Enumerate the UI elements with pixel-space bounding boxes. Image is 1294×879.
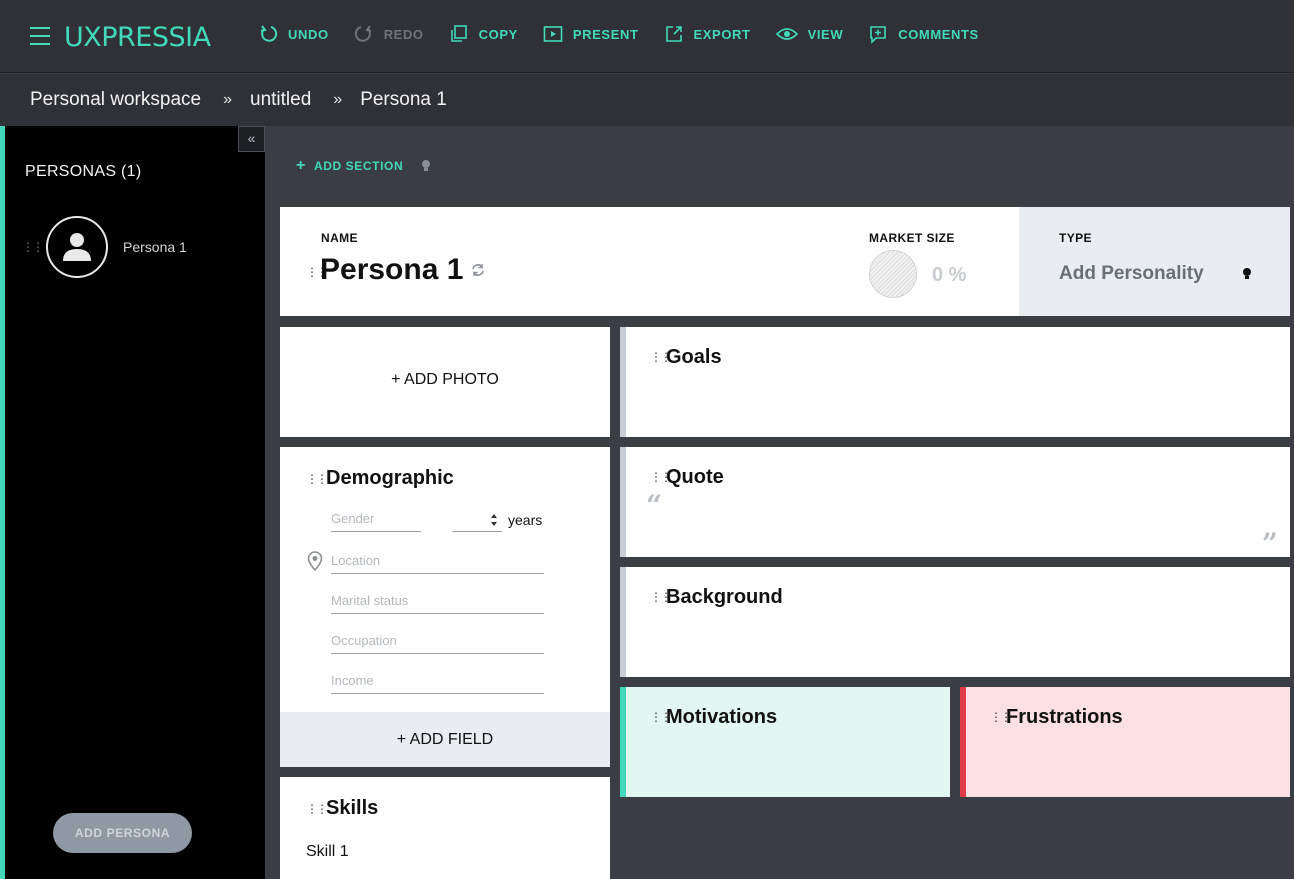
add-section-button[interactable]: + ADD SECTION [296, 157, 431, 175]
marital-status-field[interactable] [331, 592, 544, 614]
export-button[interactable]: EXPORT [664, 24, 751, 44]
view-button[interactable]: VIEW [775, 26, 844, 42]
marital-status-input[interactable] [331, 593, 544, 608]
undo-icon [260, 25, 278, 42]
drag-handle-icon[interactable]: ⋮⋮ [306, 802, 328, 816]
undo-label: UNDO [288, 26, 329, 42]
motivations-section: ⋮⋮ Motivations [620, 687, 950, 797]
background-section: ⋮⋮ Background [620, 567, 1290, 677]
chevron-double-right-icon: » [333, 91, 343, 108]
personas-title: PERSONAS (1) [25, 163, 142, 180]
refresh-icon[interactable] [471, 263, 485, 277]
redo-icon [354, 25, 371, 42]
skills-title[interactable]: Skills [326, 797, 378, 820]
lightbulb-icon[interactable] [1242, 267, 1252, 281]
undo-button[interactable]: UNDO [258, 24, 329, 44]
quote-title[interactable]: Quote [666, 466, 724, 489]
stepper-arrows-icon[interactable] [490, 513, 498, 527]
present-button[interactable]: PRESENT [543, 25, 639, 43]
comments-label: COMMENTS [898, 26, 979, 42]
export-icon [665, 26, 682, 42]
avatar [46, 216, 108, 278]
top-bar: UXPRESSIA UNDO REDO COPY PRESENT EXPORT … [0, 0, 1294, 73]
skill-label[interactable]: Skill 1 [306, 843, 349, 861]
breadcrumb-project[interactable]: untitled [250, 89, 311, 111]
user-icon [63, 233, 91, 261]
copy-icon [450, 25, 467, 42]
income-field[interactable] [331, 672, 544, 694]
lightbulb-icon[interactable] [421, 159, 431, 173]
collapse-sidebar-icon[interactable]: « [238, 126, 265, 152]
export-label: EXPORT [693, 26, 751, 42]
quote-close-icon: ” [1261, 527, 1278, 560]
breadcrumb: Personal workspace » untitled » Persona … [0, 74, 1294, 126]
gender-field[interactable] [331, 510, 421, 532]
photo-card: + ADD PHOTO [280, 327, 610, 437]
goals-title[interactable]: Goals [666, 346, 722, 369]
persona-type-card: TYPE Add Personality [1019, 207, 1290, 316]
market-size-pie[interactable] [869, 250, 917, 298]
breadcrumb-workspace[interactable]: Personal workspace [30, 89, 201, 111]
chevron-double-right-icon: » [223, 91, 232, 108]
age-stepper[interactable] [452, 510, 502, 532]
drag-handle-icon[interactable]: ⋮⋮ [306, 472, 328, 486]
persona-name-card: NAME ⋮⋮ Persona 1 MARKET SIZE 0 % [280, 207, 1019, 316]
drag-handle-icon[interactable]: ⋮⋮ [22, 240, 44, 254]
add-personality-button[interactable]: Add Personality [1059, 263, 1204, 285]
breadcrumb-persona[interactable]: Persona 1 [360, 89, 447, 111]
menu-icon[interactable] [30, 27, 50, 45]
add-field-button[interactable]: + ADD FIELD [280, 712, 610, 767]
copy-label: COPY [478, 26, 518, 42]
demographic-section: ⋮⋮ Demographic years + ADD FIELD [280, 447, 610, 767]
present-icon [543, 26, 563, 42]
redo-label: REDO [383, 26, 424, 42]
sidebar-persona-name: Persona 1 [123, 239, 187, 255]
occupation-field[interactable] [331, 632, 544, 654]
copy-button[interactable]: COPY [449, 24, 518, 44]
gender-input[interactable] [331, 511, 421, 526]
eye-icon [775, 28, 798, 40]
persona-name-title[interactable]: Persona 1 [320, 253, 463, 287]
location-input[interactable] [331, 553, 544, 568]
market-size-label: MARKET SIZE [869, 231, 955, 245]
quote-section: ⋮⋮ Quote “ ” [620, 447, 1290, 560]
toolbar: UNDO REDO COPY PRESENT EXPORT VIEW COMME… [258, 24, 1004, 44]
income-input[interactable] [331, 673, 544, 688]
location-field[interactable] [331, 552, 544, 574]
goals-section: ⋮⋮ Goals [620, 327, 1290, 437]
location-pin-icon [307, 551, 323, 571]
type-label: TYPE [1059, 231, 1092, 245]
comments-button[interactable]: COMMENTS [868, 24, 979, 44]
redo-button[interactable]: REDO [354, 24, 424, 44]
name-label: NAME [321, 231, 358, 245]
demographic-title[interactable]: Demographic [326, 467, 454, 490]
years-label: years [508, 512, 543, 528]
present-label: PRESENT [572, 26, 639, 42]
quote-open-icon: “ [646, 489, 663, 522]
plus-icon: + [296, 157, 306, 174]
comment-icon [870, 26, 887, 44]
frustrations-title[interactable]: Frustrations [1006, 706, 1123, 729]
add-persona-button[interactable]: ADD PERSONA [53, 813, 192, 853]
background-title[interactable]: Background [666, 586, 783, 609]
view-label: VIEW [807, 26, 844, 42]
skills-section: ⋮⋮ Skills Skill 1 [280, 777, 610, 879]
add-section-label: ADD SECTION [313, 159, 404, 173]
market-size-value: 0 % [932, 264, 967, 286]
app-logo[interactable]: UXPRESSIA [64, 22, 211, 53]
occupation-input[interactable] [331, 633, 544, 648]
motivations-title[interactable]: Motivations [666, 706, 777, 729]
frustrations-section: ⋮⋮ Frustrations [960, 687, 1290, 797]
sidebar-persona-item[interactable]: ⋮⋮ Persona 1 [22, 214, 242, 280]
add-photo-button[interactable]: + ADD PHOTO [280, 371, 610, 389]
